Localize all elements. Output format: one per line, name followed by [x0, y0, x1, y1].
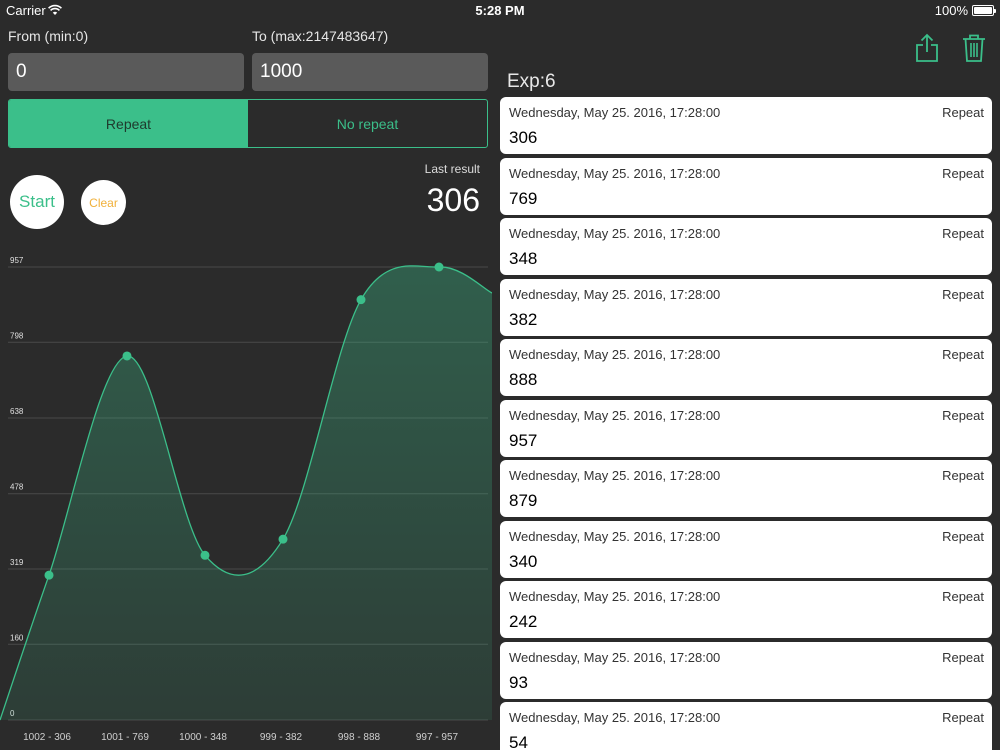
- last-result-value: 306: [426, 182, 480, 218]
- y-tick-label: 160: [10, 633, 24, 642]
- data-point: [356, 295, 366, 305]
- history-item-date: Wednesday, May 25. 2016, 17:28:00: [509, 589, 721, 604]
- x-tick-label: 999 - 382: [260, 732, 303, 743]
- history-item-mode: Repeat: [942, 407, 984, 423]
- experiment-title: Exp:6: [507, 71, 556, 92]
- history-item-mode: Repeat: [942, 105, 984, 120]
- history-item-mode: Repeat: [942, 528, 984, 544]
- x-tick-label: 997 - 957: [416, 732, 459, 743]
- history-item[interactable]: Wednesday, May 25. 2016, 17:28:00 Repeat 3…: [500, 218, 992, 275]
- history-item[interactable]: Wednesday, May 25. 2016, 17:28:00 Repeat 9…: [500, 399, 992, 457]
- history-item-date: Wednesday, May 25. 2016, 17:28:00: [509, 407, 721, 423]
- app-screen: Carrier 5:28 PM 100% From (min:0) To (ma…: [0, 0, 1000, 750]
- series-area: [0, 265, 492, 720]
- history-item-value: 306: [509, 128, 538, 147]
- to-label: To (max:2147483647): [252, 28, 389, 44]
- history-item-value: 879: [509, 491, 538, 510]
- history-item[interactable]: Wednesday, May 25. 2016, 17:28:00 Repeat 5…: [500, 702, 992, 750]
- x-tick-label: 998 - 888: [338, 732, 381, 743]
- history-item-value: 54: [509, 733, 528, 750]
- history-item-mode: Repeat: [942, 165, 984, 181]
- history-item[interactable]: Wednesday, May 25. 2016, 17:28:00 Repeat 8…: [500, 460, 992, 517]
- x-tick-label: 1000 - 348: [179, 732, 227, 743]
- history-item-mode: Repeat: [942, 468, 984, 483]
- history-item[interactable]: Wednesday, May 25. 2016, 17:28:00 Repeat 3…: [500, 97, 992, 154]
- history-list[interactable]: Wednesday, May 25. 2016, 17:28:00 Repeat 3…: [500, 97, 992, 750]
- y-tick-label: 957: [10, 256, 24, 265]
- history-item-date: Wednesday, May 25. 2016, 17:28:00: [509, 710, 721, 725]
- history-item-value: 888: [509, 370, 538, 389]
- no-repeat-segment[interactable]: No repeat: [248, 100, 487, 147]
- history-item[interactable]: Wednesday, May 25. 2016, 17:28:00 Repeat 8…: [500, 339, 992, 396]
- history-item-mode: Repeat: [942, 286, 984, 302]
- history-item[interactable]: Wednesday, May 25. 2016, 17:28:00 Repeat 2…: [500, 581, 992, 638]
- history-item-value: 348: [509, 249, 538, 268]
- from-field[interactable]: [8, 53, 244, 91]
- clock: 5:28 PM: [475, 3, 525, 18]
- y-tick-label: 478: [10, 483, 24, 492]
- from-field-wrap: [8, 53, 244, 91]
- last-result-label: Last result: [424, 162, 480, 176]
- history-item-mode: Repeat: [942, 589, 984, 604]
- x-tick-label: 1002 - 306: [23, 732, 71, 743]
- repeat-mode-control: Repeat No repeat: [8, 99, 488, 148]
- to-field-wrap: [252, 53, 488, 91]
- to-field[interactable]: [252, 53, 488, 91]
- history-item-date: Wednesday, May 25. 2016, 17:28:00: [509, 165, 721, 181]
- history-item-date: Wednesday, May 25. 2016, 17:28:00: [509, 105, 721, 120]
- from-label: From (min:0): [8, 28, 89, 44]
- data-point: [278, 534, 288, 544]
- history-item-mode: Repeat: [942, 226, 984, 241]
- battery-percent: 100%: [934, 3, 968, 18]
- history-item-date: Wednesday, May 25. 2016, 17:28:00: [509, 226, 721, 241]
- history-item-mode: Repeat: [942, 649, 984, 665]
- history-item[interactable]: Wednesday, May 25. 2016, 17:28:00 Repeat 3…: [500, 520, 992, 578]
- history-item-mode: Repeat: [942, 710, 984, 725]
- x-tick-label: 1001 - 769: [101, 732, 149, 743]
- history-item-value: 93: [509, 672, 528, 692]
- repeat-segment[interactable]: Repeat: [9, 100, 248, 147]
- history-item-value: 957: [509, 430, 538, 450]
- results-chart: 0160319478638798957 1002 - 3061001 - 769…: [0, 256, 492, 743]
- history-item-value: 340: [509, 551, 538, 571]
- clear-button[interactable]: Clear: [81, 180, 126, 225]
- start-button[interactable]: Start: [10, 175, 64, 229]
- data-point: [44, 570, 54, 580]
- history-item[interactable]: Wednesday, May 25. 2016, 17:28:00 Repeat 7…: [500, 157, 992, 215]
- history-item-date: Wednesday, May 25. 2016, 17:28:00: [509, 286, 721, 302]
- data-point: [434, 262, 444, 272]
- history-item[interactable]: Wednesday, May 25. 2016, 17:28:00 Repeat 3…: [500, 278, 992, 336]
- history-item-date: Wednesday, May 25. 2016, 17:28:00: [509, 468, 721, 483]
- share-icon[interactable]: [914, 33, 940, 63]
- y-tick-label: 638: [10, 407, 24, 416]
- history-item-date: Wednesday, May 25. 2016, 17:28:00: [509, 347, 721, 362]
- history-item-value: 769: [509, 188, 538, 208]
- history-item-date: Wednesday, May 25. 2016, 17:28:00: [509, 528, 721, 544]
- history-item[interactable]: Wednesday, May 25. 2016, 17:28:00 Repeat 9…: [500, 641, 992, 699]
- status-bar: Carrier 5:28 PM 100%: [0, 0, 1000, 22]
- data-point: [122, 351, 132, 361]
- battery-icon: [972, 5, 996, 16]
- y-tick-label: 319: [10, 558, 24, 567]
- history-item-value: 242: [509, 612, 538, 631]
- history-item-mode: Repeat: [942, 347, 984, 362]
- history-item-value: 382: [509, 309, 538, 329]
- data-point: [200, 550, 210, 560]
- trash-icon[interactable]: [961, 33, 987, 63]
- history-item-date: Wednesday, May 25. 2016, 17:28:00: [509, 649, 721, 665]
- y-tick-label: 798: [10, 331, 24, 340]
